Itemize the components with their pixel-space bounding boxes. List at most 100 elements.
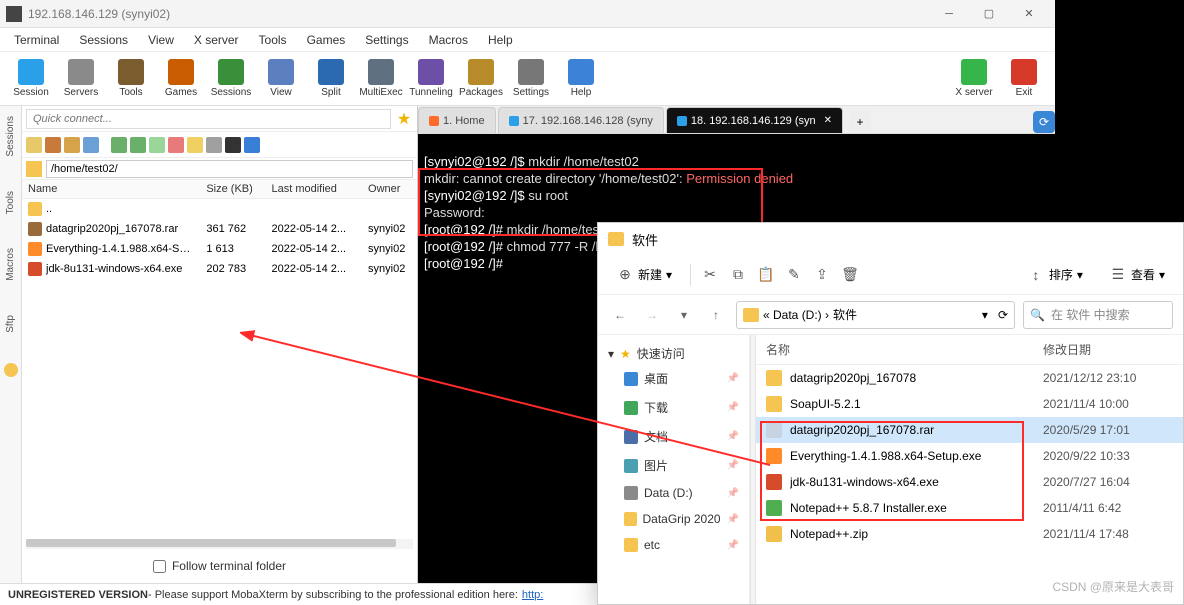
- home-icon[interactable]: [45, 137, 61, 153]
- sidebar-item[interactable]: 文档📌: [604, 422, 743, 451]
- address-bar[interactable]: « Data (D:) › 软件 ▾ ⟳: [736, 301, 1015, 329]
- sidebar-item[interactable]: Data (D:)📌: [604, 480, 743, 506]
- toolbar-split[interactable]: Split: [306, 59, 356, 98]
- toolbar-packages[interactable]: Packages: [456, 59, 506, 98]
- menu-xserver[interactable]: X server: [184, 31, 249, 49]
- session-tab[interactable]: 18. 192.168.146.129 (syn✕: [666, 107, 843, 133]
- grid-icon[interactable]: [244, 137, 260, 153]
- chevron-down-icon[interactable]: ▾: [982, 308, 988, 322]
- sidebar-item[interactable]: 桌面📌: [604, 364, 743, 393]
- paste-icon[interactable]: 📋: [757, 266, 775, 284]
- delete-icon[interactable]: 🗑: [841, 266, 859, 284]
- new-tab-button[interactable]: +: [849, 111, 871, 133]
- rename-icon[interactable]: ✎: [785, 266, 803, 284]
- explorer-file-row[interactable]: jdk-8u131-windows-x64.exe2020/7/27 16:04: [756, 469, 1183, 495]
- copy-icon[interactable]: ⧉: [729, 266, 747, 284]
- download-icon[interactable]: [111, 137, 127, 153]
- explorer-file-row[interactable]: Notepad++.zip2021/11/4 17:48: [756, 521, 1183, 547]
- col-header[interactable]: Owner: [362, 180, 417, 199]
- remote-file-list[interactable]: NameSize (KB)Last modifiedOwner ..datagr…: [22, 180, 417, 537]
- sidebar-item[interactable]: 图片📌: [604, 451, 743, 480]
- toolbar-servers[interactable]: Servers: [56, 59, 106, 98]
- toolbar-session[interactable]: Session: [6, 59, 56, 98]
- menu-tools[interactable]: Tools: [249, 31, 297, 49]
- edit-icon[interactable]: [187, 137, 203, 153]
- col-name[interactable]: 名称: [766, 341, 1043, 358]
- refresh-icon[interactable]: ⟳: [998, 308, 1008, 322]
- path-input[interactable]: [46, 160, 413, 178]
- toolbar-help[interactable]: Help: [556, 59, 606, 98]
- toolbar-tunneling[interactable]: Tunneling: [406, 59, 456, 98]
- close-button[interactable]: ✕: [1009, 0, 1049, 28]
- search-box[interactable]: 🔍 在 软件 中搜索: [1023, 301, 1173, 329]
- side-tab-sftp[interactable]: Sftp: [5, 311, 16, 337]
- menu-settings[interactable]: Settings: [355, 31, 418, 49]
- session-tab[interactable]: 1. Home: [418, 107, 496, 133]
- toolbar-games[interactable]: Games: [156, 59, 206, 98]
- up-icon[interactable]: [64, 137, 80, 153]
- toolbar-tools[interactable]: Tools: [106, 59, 156, 98]
- menu-macros[interactable]: Macros: [419, 31, 478, 49]
- session-tab[interactable]: 17. 192.168.146.128 (syny: [498, 107, 664, 133]
- upload-icon[interactable]: [130, 137, 146, 153]
- col-header[interactable]: Size (KB): [200, 180, 265, 199]
- toolbar-settings[interactable]: Settings: [506, 59, 556, 98]
- search-icon[interactable]: [206, 137, 222, 153]
- folder-icon: [608, 232, 624, 246]
- menu-games[interactable]: Games: [297, 31, 356, 49]
- breadcrumb-current[interactable]: 软件: [833, 306, 857, 323]
- up-button[interactable]: ↑: [704, 303, 728, 327]
- file-row[interactable]: datagrip2020pj_167078.rar361 7622022-05-…: [22, 219, 417, 239]
- view-button[interactable]: ☰查看▾: [1101, 262, 1173, 288]
- history-chevron-icon[interactable]: ▾: [672, 303, 696, 327]
- cut-icon[interactable]: ✂: [701, 266, 719, 284]
- col-header[interactable]: Name: [22, 180, 200, 199]
- explorer-file-row[interactable]: Notepad++ 5.8.7 Installer.exe2011/4/11 6…: [756, 495, 1183, 521]
- explorer-file-row[interactable]: Everything-1.4.1.988.x64-Setup.exe2020/9…: [756, 443, 1183, 469]
- side-tab-tools[interactable]: Tools: [5, 187, 16, 218]
- toolbar-exit[interactable]: Exit: [999, 59, 1049, 98]
- explorer-file-row[interactable]: SoapUI-5.2.12021/11/4 10:00: [756, 391, 1183, 417]
- sidebar-item[interactable]: DataGrip 2020📌: [604, 506, 743, 532]
- col-header[interactable]: Last modified: [265, 180, 362, 199]
- quick-access-group[interactable]: ▾ ★ 快速访问: [604, 343, 743, 364]
- sidebar-item[interactable]: etc📌: [604, 532, 743, 558]
- refresh-icon[interactable]: [83, 137, 99, 153]
- follow-checkbox[interactable]: [153, 560, 166, 573]
- explorer-file-row[interactable]: datagrip2020pj_167078.rar2020/5/29 17:01: [756, 417, 1183, 443]
- favorite-icon[interactable]: ★: [395, 110, 413, 128]
- new-button[interactable]: ⊕新建▾: [608, 262, 680, 288]
- side-tab-macros[interactable]: Macros: [5, 244, 16, 285]
- forward-button[interactable]: →: [640, 303, 664, 327]
- menu-sessions[interactable]: Sessions: [69, 31, 138, 49]
- menu-terminal[interactable]: Terminal: [4, 31, 69, 49]
- maximize-button[interactable]: ▢: [969, 0, 1009, 28]
- menu-view[interactable]: View: [138, 31, 184, 49]
- text-icon[interactable]: [225, 137, 241, 153]
- minimize-button[interactable]: ─: [929, 0, 969, 28]
- scrollbar-horizontal[interactable]: [26, 539, 413, 549]
- sidebar-item[interactable]: 下载📌: [604, 393, 743, 422]
- explorer-file-list[interactable]: 名称 修改日期 datagrip2020pj_1670782021/12/12 …: [756, 335, 1183, 604]
- tab-close-icon[interactable]: ✕: [824, 115, 832, 126]
- share-icon[interactable]: ⇪: [813, 266, 831, 284]
- file-row[interactable]: jdk-8u131-windows-x64.exe202 7832022-05-…: [22, 259, 417, 279]
- explorer-file-row[interactable]: datagrip2020pj_1670782021/12/12 23:10: [756, 365, 1183, 391]
- toolbar-x server[interactable]: X server: [949, 59, 999, 98]
- sort-button[interactable]: ↕排序▾: [1019, 262, 1091, 288]
- toolbar-view[interactable]: View: [256, 59, 306, 98]
- menu-help[interactable]: Help: [478, 31, 523, 49]
- col-date[interactable]: 修改日期: [1043, 341, 1173, 358]
- file-row[interactable]: ..: [22, 199, 417, 220]
- newfolder-icon[interactable]: [149, 137, 165, 153]
- file-row[interactable]: Everything-1.4.1.988.x64-Set...1 6132022…: [22, 239, 417, 259]
- status-link[interactable]: http:: [522, 589, 543, 601]
- refresh-tabs-button[interactable]: ⟳: [1033, 111, 1055, 133]
- back-button[interactable]: ←: [608, 303, 632, 327]
- toolbar-sessions[interactable]: Sessions: [206, 59, 256, 98]
- nav-icon[interactable]: [26, 137, 42, 153]
- toolbar-multiexec[interactable]: MultiExec: [356, 59, 406, 98]
- quick-connect-input[interactable]: [26, 109, 391, 129]
- delete-icon[interactable]: [168, 137, 184, 153]
- side-tab-sessions[interactable]: Sessions: [5, 112, 16, 161]
